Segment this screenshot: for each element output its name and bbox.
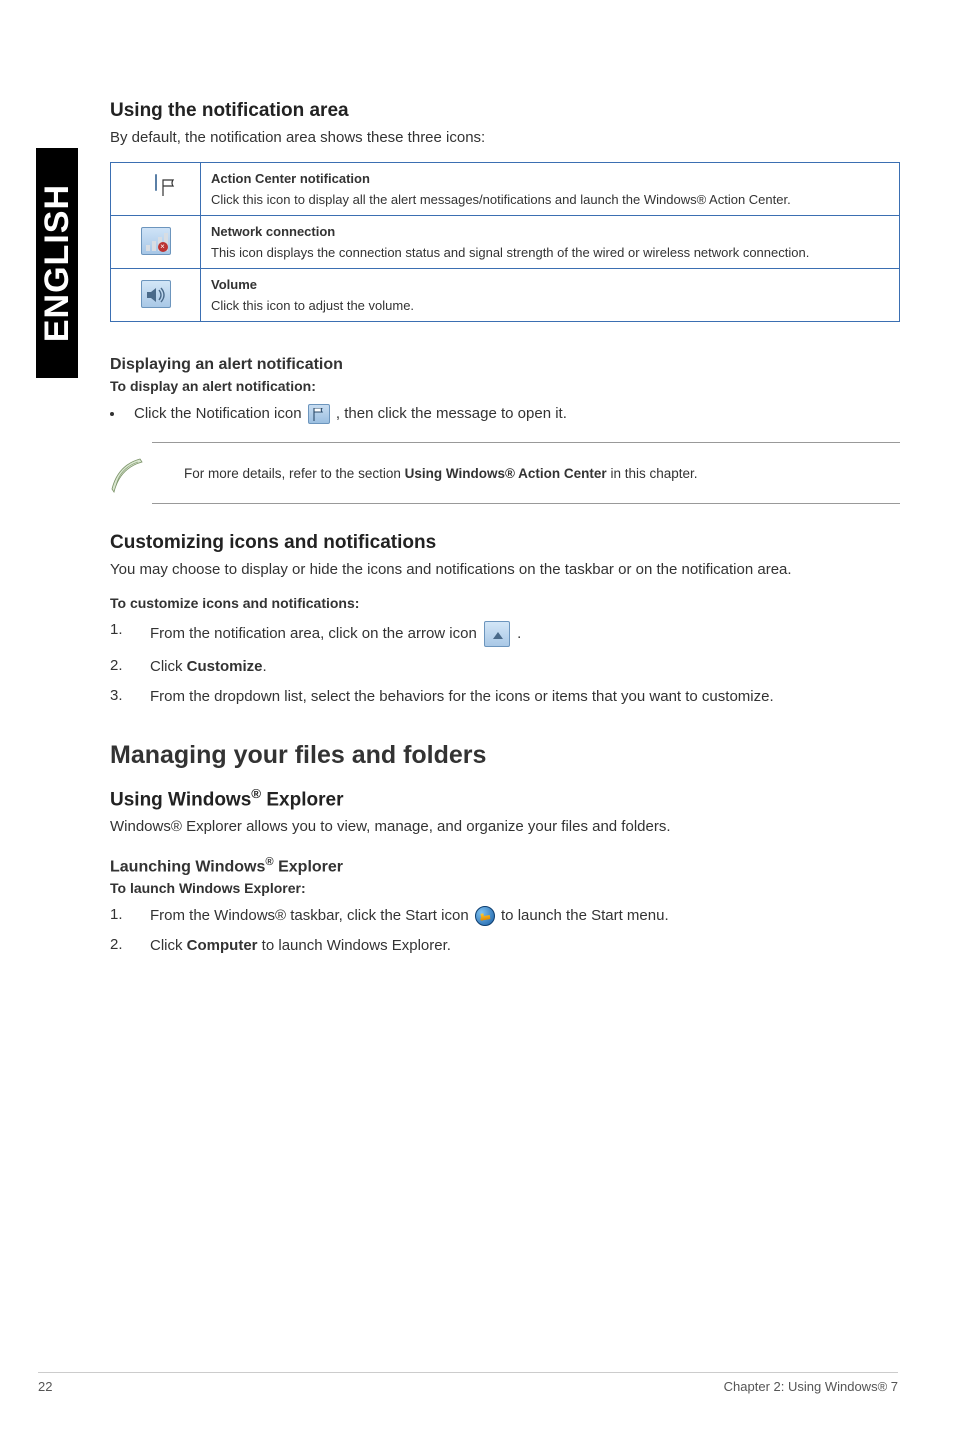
table-row: Action Center notification Click this ic… [111,163,900,216]
table-row: × Network connection This icon displays … [111,216,900,269]
notification-icons-table: Action Center notification Click this ic… [110,162,900,322]
launch-explorer-label: To launch Windows Explorer: [110,880,900,896]
bullet-icon [110,412,114,416]
row-desc: This icon displays the connection status… [211,245,809,260]
row-title: Network connection [211,224,889,239]
language-tab: ENGLISH [36,148,78,378]
alert-instruction-label: To display an alert notification: [110,378,900,394]
subsection-heading-launch-explorer: Launching Windows® Explorer [110,856,900,876]
volume-icon [141,280,171,308]
launch-steps: 1. From the Windows® taskbar, click the … [110,906,900,957]
chapter-label: Chapter 2: Using Windows® 7 [724,1379,898,1394]
section-heading-using-explorer: Using Windows® Explorer [110,786,900,811]
row-desc: Click this icon to adjust the volume. [211,298,414,313]
intro-text: By default, the notification area shows … [110,128,900,148]
action-center-flag-icon [141,175,171,203]
note-pen-icon [108,453,148,493]
list-item: 1. From the Windows® taskbar, click the … [110,906,900,926]
network-connection-icon: × [141,227,171,255]
list-item: 1. From the notification area, click on … [110,621,900,647]
list-item: 2. Click Computer to launch Windows Expl… [110,936,900,956]
customize-sub-label: To customize icons and notifications: [110,595,900,611]
list-item: 3. From the dropdown list, select the be… [110,687,900,707]
note-box: For more details, refer to the section U… [152,442,900,504]
explorer-intro: Windows® Explorer allows you to view, ma… [110,817,900,837]
table-row: Volume Click this icon to adjust the vol… [111,269,900,322]
notification-flag-icon [308,404,330,424]
bullet-item: Click the Notification icon , then click… [110,404,900,424]
page-number: 22 [38,1379,52,1394]
main-heading-managing: Managing your files and folders [110,741,900,770]
section-heading-notification-area: Using the notification area [110,100,900,122]
arrow-up-icon [484,621,510,647]
page-footer: 22 Chapter 2: Using Windows® 7 [38,1372,898,1394]
row-title: Volume [211,277,889,292]
row-title: Action Center notification [211,171,889,186]
customize-steps: 1. From the notification area, click on … [110,621,900,708]
subsection-heading-alert: Displaying an alert notification [110,356,900,374]
customize-intro: You may choose to display or hide the ic… [110,560,900,580]
section-heading-customize: Customizing icons and notifications [110,532,900,554]
list-item: 2. Click Customize. [110,657,900,677]
page-content: Using the notification area By default, … [110,100,900,966]
row-desc: Click this icon to display all the alert… [211,192,791,207]
windows-start-orb-icon [475,906,495,926]
